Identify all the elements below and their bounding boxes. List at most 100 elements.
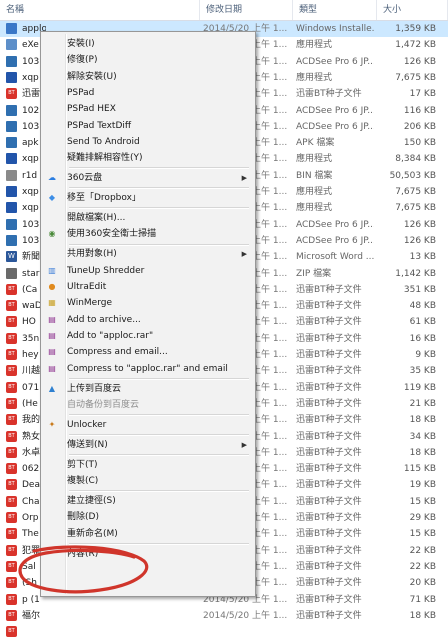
acdsee-icon [6,218,17,230]
menu-item[interactable]: 傳送到(N) ▶ [43,437,253,453]
file-type: ACDSee Pro 6 JP... [296,56,374,67]
menu-item-label: 安裝(I) [67,39,95,49]
shredder-icon: ▥ [48,265,56,275]
menu-item[interactable]: 複製(C) [43,473,253,489]
acdsee-icon [6,120,17,132]
menu-item[interactable]: ◉ 使用360安全衛士掃描 [43,226,253,242]
menu-item[interactable]: ◆ 移至「Dropbox」 [43,190,253,206]
submenu-arrow-icon: ▶ [241,250,247,259]
file-type: 應用程式 [296,203,333,214]
column-header-name[interactable]: 名稱 [0,0,200,20]
menu-item-label: Add to "apploc.rar" [67,330,154,341]
menu-item-label: WinMerge [67,298,112,309]
file-type: ACDSee Pro 6 JP... [296,121,374,132]
file-type: 迅雷BT种子文件 [296,480,362,491]
menu-item[interactable]: ▦ WinMerge [43,295,253,311]
menu-item-label: PSPad HEX [67,104,116,115]
menu-item[interactable]: 安裝(I) [43,36,253,52]
bt-icon: BT [6,316,17,328]
menu-item-label: Compress to "apploc.rar" and email [67,363,228,374]
file-type: BIN 檔案 [296,170,333,181]
file-type: 迅雷BT种子文件 [296,561,362,572]
exe-icon [6,202,17,214]
bt-icon: BT [6,593,17,605]
menu-item[interactable]: 共用對象(H) ▶ [43,246,253,262]
menu-item-label: 刪除(D) [67,512,99,523]
file-type: 迅雷BT种子文件 [296,513,362,523]
menu-item-label: 剪下(T) [67,459,98,470]
shield-icon: ◉ [48,229,56,239]
menu-item[interactable]: ▤ Compress to "apploc.rar" and email [43,361,253,377]
menu-item-label: 建立捷徑(S) [67,496,116,507]
menu-item[interactable]: 建立捷徑(S) [43,493,253,509]
exe-icon [6,39,17,51]
menu-item[interactable]: ▤ Add to "apploc.rar" [43,328,253,344]
menu-item[interactable]: ▤ Compress and email... [43,344,253,360]
bt-icon: BT [6,609,17,621]
file-size: 21 KB [409,398,436,409]
file-name: 福尔 [22,610,41,621]
file-type: 迅雷BT种子文件 [296,529,362,540]
file-size: 34 KB [409,431,436,442]
menu-item[interactable]: 開啟檔案(H)... [43,210,253,226]
menu-separator [69,490,249,493]
bt-icon: BT [6,414,17,426]
column-header-date[interactable]: 修改日期 [200,0,293,20]
file-size: 126 KB [403,235,436,246]
menu-item[interactable]: 解除安裝(U) [43,69,253,85]
file-size: 7,675 KB [395,72,436,83]
bin-icon [6,169,17,181]
menu-item[interactable]: ● UltraEdit [43,279,253,295]
menu-item-label: 360云盘 [67,173,103,184]
bt-icon: BT [6,283,17,295]
menu-item[interactable]: ▲ 上传到百度云 [43,381,253,397]
menu-item-label: TuneUp Shredder [67,265,145,276]
bt-icon: BT [6,560,17,572]
file-size: 18 KB [409,447,436,458]
menu-item[interactable]: ▤ Add to archive... [43,312,253,328]
menu-item[interactable]: 刪除(D) [43,509,253,525]
menu-separator [69,414,249,417]
zip-icon [6,267,17,279]
menu-item[interactable]: PSPad [43,85,253,101]
file-type: 迅雷BT种子文件 [296,398,362,409]
file-type: 迅雷BT种子文件 [296,447,362,458]
bt-icon: BT [6,626,17,638]
menu-item[interactable]: ☁ 360云盘 ▶ [43,170,253,186]
file-size: 206 KB [403,121,436,132]
file-size: 18 KB [409,610,436,621]
file-row[interactable]: BT [0,624,448,640]
acdsee-icon [6,234,17,246]
column-header-size[interactable]: 大小 [377,0,448,20]
menu-item-label: 共用對象(H) [67,249,117,260]
acdsee-icon [6,104,17,116]
menu-item[interactable]: 修復(P) [43,52,253,68]
file-size: 19 KB [409,480,436,491]
column-header-type[interactable]: 類型 [293,0,377,20]
submenu-arrow-icon: ▶ [241,440,247,449]
winrar-icon: ▤ [48,314,56,324]
winrar-icon: ▤ [48,347,56,357]
file-size: 1,142 KB [395,268,436,279]
menu-item[interactable]: PSPad HEX [43,101,253,117]
menu-item[interactable]: 重新命名(M) [43,526,253,542]
apk-icon [6,137,17,149]
file-type: 迅雷BT种子文件 [296,317,362,328]
file-row[interactable]: BT 福尔 2014/5/20 上午 1... 迅雷BT种子文件 18 KB [0,608,448,624]
menu-item-label: PSPad [67,87,95,98]
file-size: 15 KB [409,496,436,507]
menu-item[interactable]: Send To Android [43,134,253,150]
menu-item[interactable]: 剪下(T) [43,457,253,473]
file-size: 9 KB [415,350,436,360]
file-type: 應用程式 [296,40,333,51]
file-size: 18 KB [409,415,436,426]
menu-item[interactable]: PSPad TextDiff [43,118,253,134]
file-size: 22 KB [409,545,436,556]
file-type: Microsoft Word ... [296,252,374,263]
file-type: 迅雷BT种子文件 [296,382,362,393]
menu-item[interactable]: 疑難排解相容性(Y) [43,150,253,166]
menu-item[interactable]: 內容(R) [43,546,253,562]
menu-item[interactable]: ✦ Unlocker [43,417,253,433]
menu-item[interactable]: ▥ TuneUp Shredder [43,263,253,279]
exe-icon [6,71,17,83]
